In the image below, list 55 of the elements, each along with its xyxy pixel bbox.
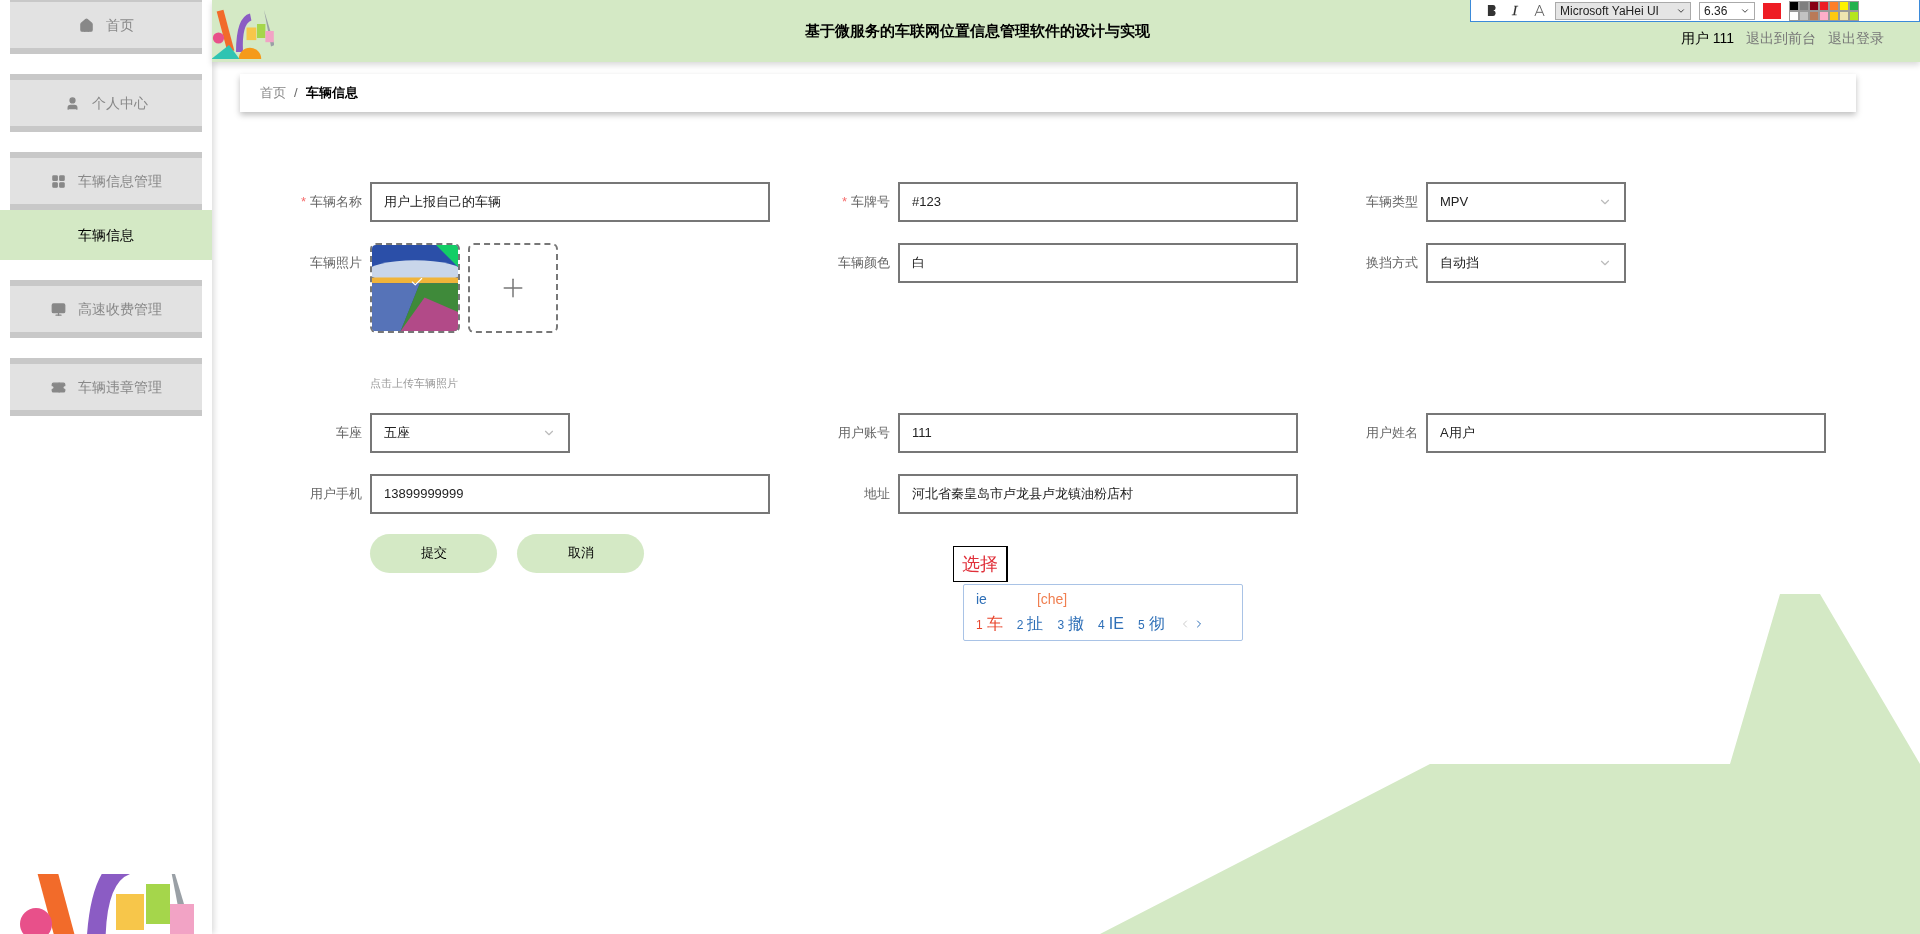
- field-label: 车辆照片: [310, 254, 362, 272]
- field-label: 车辆颜色: [838, 254, 890, 272]
- breadcrumb-separator: /: [294, 84, 298, 103]
- size-select[interactable]: 6.36: [1699, 1, 1755, 20]
- required-mark: *: [841, 193, 847, 211]
- ticket-icon: [50, 379, 66, 395]
- form-button[interactable]: 提交: [370, 533, 497, 573]
- user-icon: [64, 95, 80, 111]
- sidebar-subitem[interactable]: 车辆信息: [0, 210, 212, 260]
- ime-candidate[interactable]: 3 撤: [1057, 612, 1085, 636]
- home-icon: [78, 17, 94, 33]
- input-field[interactable]: 河北省秦皇岛市卢龙县卢龙镇油粉店村: [898, 473, 1298, 514]
- ime-input-text: ie: [976, 590, 987, 609]
- header-link[interactable]: 退出登录: [1828, 28, 1884, 49]
- field-label: 车座: [336, 423, 362, 442]
- required-mark: *: [300, 193, 306, 211]
- input-field[interactable]: 用户上报自己的车辆: [370, 182, 770, 222]
- header-link[interactable]: 退出到前台: [1746, 28, 1816, 49]
- field-label: 车牌号: [851, 193, 890, 211]
- select-field[interactable]: 五座: [370, 412, 570, 453]
- app-title: 基于微服务的车联网位置信息管理软件的设计与实现: [804, 20, 1150, 41]
- input-field[interactable]: 13899999999: [370, 473, 770, 514]
- color-palette-drawing[interactable]: [1789, 0, 1859, 21]
- ime-candidate[interactable]: 4 IE: [1098, 612, 1124, 636]
- field-label: 车辆名称: [310, 193, 362, 211]
- field-label: 用户姓名: [1366, 423, 1418, 442]
- uploaded-corner-icon: [436, 245, 458, 267]
- monitor-icon: [50, 301, 66, 317]
- upload-photo-button[interactable]: [468, 243, 558, 333]
- outline-font-icon[interactable]: [1531, 2, 1547, 19]
- field-label: 用户手机: [310, 484, 362, 503]
- font-select[interactable]: Microsoft YaHei UI: [1555, 1, 1691, 20]
- text-annotation[interactable]: 选择: [953, 546, 1008, 582]
- field-label: 用户账号: [838, 423, 890, 442]
- current-color-swatch[interactable]: [1763, 2, 1781, 19]
- ime-candidate[interactable]: 5 彻: [1137, 612, 1165, 636]
- input-field[interactable]: #123: [898, 182, 1298, 222]
- input-field[interactable]: 111: [898, 412, 1298, 453]
- input-field[interactable]: A用户: [1426, 412, 1826, 453]
- field-label: 地址: [864, 484, 890, 503]
- field-label: 换挡方式: [1366, 254, 1418, 272]
- user-name: 用户 111: [1680, 29, 1734, 48]
- ime-candidate[interactable]: 1 车: [976, 612, 1003, 636]
- breadcrumb-link[interactable]: 首页: [260, 83, 286, 103]
- breadcrumb-link[interactable]: 车辆信息: [305, 83, 358, 103]
- form-button[interactable]: 取消: [517, 533, 644, 573]
- ime-pinyin: [che]: [1036, 590, 1068, 609]
- upload-hint: 点击上传车辆照片: [370, 376, 459, 391]
- ime-candidate[interactable]: 2 扯: [1016, 612, 1044, 636]
- grid-icon: [50, 173, 66, 189]
- check-icon: [410, 275, 424, 289]
- select-field[interactable]: MPV: [1426, 182, 1626, 222]
- field-label: 车辆类型: [1366, 193, 1418, 211]
- select-field[interactable]: 自动挡: [1426, 243, 1626, 283]
- input-field[interactable]: 白: [898, 243, 1298, 283]
